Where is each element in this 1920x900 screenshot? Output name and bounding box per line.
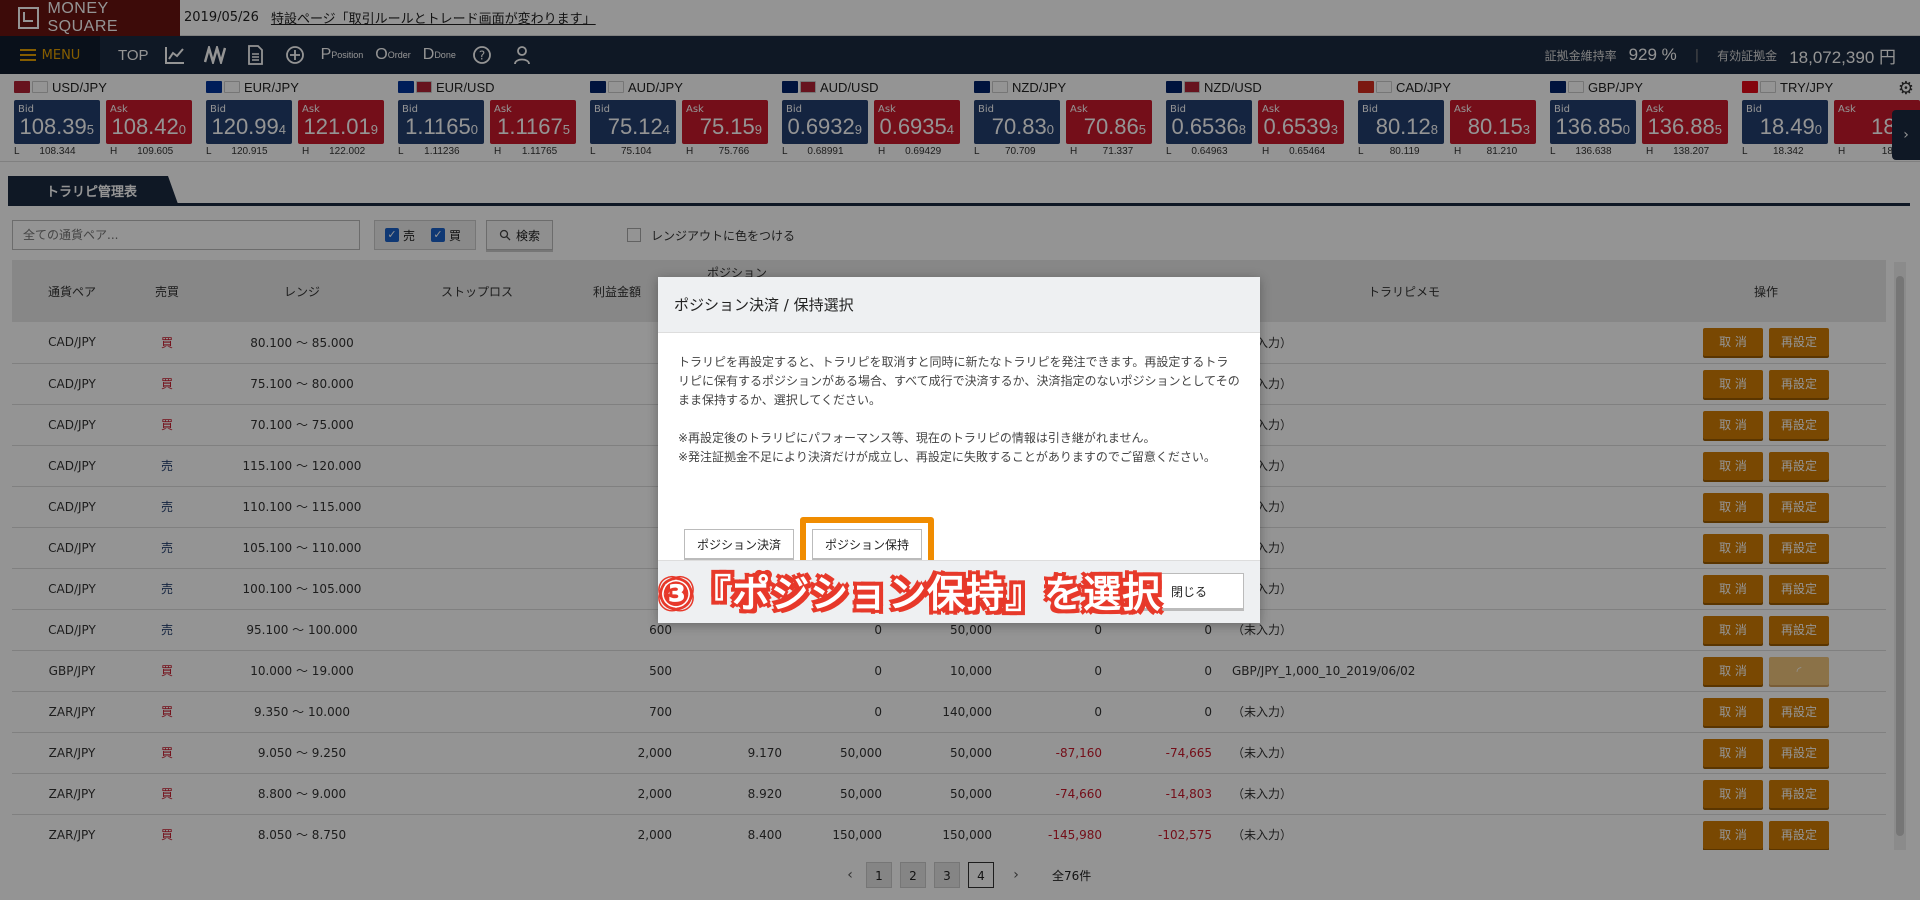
callout-text: ③『ポジション保持』を選択 bbox=[660, 571, 1162, 616]
dialog-description: トラリピを再設定すると、トラリピを取消すと同時に新たなトラリピを発注できます。再… bbox=[678, 355, 1240, 407]
settle-position-button[interactable]: ポジション決済 bbox=[684, 529, 795, 559]
dialog-title: ポジション決済 / 保持選択 bbox=[658, 277, 1260, 333]
keep-position-button[interactable]: ポジション保持 bbox=[812, 529, 923, 559]
dialog-note: ※発注証拠金不足により決済だけが成立し、再設定に失敗することがありますのでご留意… bbox=[678, 450, 1216, 464]
dialog-note: ※再設定後のトラリピにパフォーマンス等、現在のトラリピの情報は引き継がれません。 bbox=[678, 431, 1156, 445]
instruction-callout: ③『ポジション保持』を選択 bbox=[660, 564, 1161, 616]
dialog-body: トラリピを再設定すると、トラリピを取消すと同時に新たなトラリピを発注できます。再… bbox=[658, 333, 1260, 467]
